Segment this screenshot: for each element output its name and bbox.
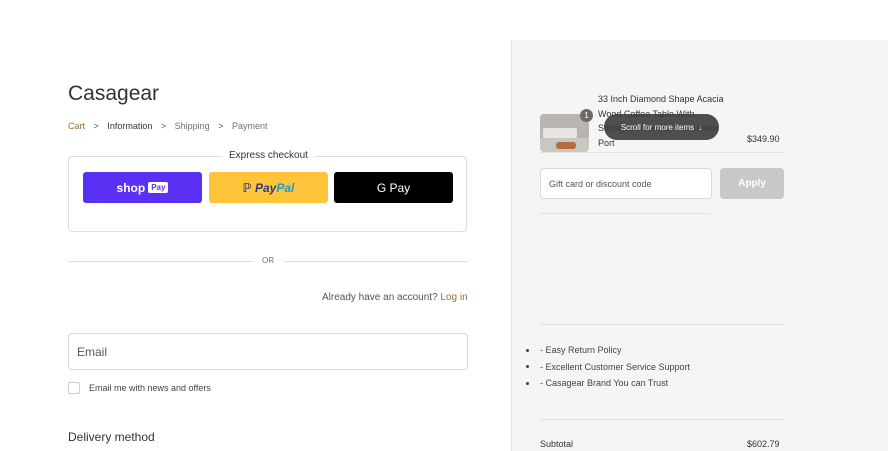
paypal-logo-pal: Pal (276, 180, 295, 195)
benefits-list: - Easy Return Policy - Excellent Custome… (526, 342, 690, 392)
scroll-hint-label: Scroll for more items (620, 122, 695, 132)
divider-left (68, 261, 254, 262)
paypal-logo-pay: Pay (254, 180, 277, 195)
divider-right (284, 261, 468, 262)
list-item: - Casagear Brand You can Trust (526, 375, 690, 392)
shop-pay-button[interactable]: shop Pay (83, 172, 202, 203)
chevron-right-icon: > (93, 121, 99, 131)
subtotal-label: Subtotal (540, 439, 574, 449)
bullet-icon (526, 348, 529, 352)
shop-pay-logo: shop (116, 180, 146, 195)
list-item: - Excellent Customer Service Support (526, 359, 690, 376)
paypal-logo-icon: ℙ (242, 180, 255, 195)
login-link[interactable]: Log in (440, 292, 467, 303)
scroll-for-more-button[interactable]: Scroll for more items ↓ (604, 114, 719, 140)
quantity-badge: 1 (580, 109, 593, 122)
arrow-down-icon: ↓ (698, 122, 703, 132)
breadcrumb-payment: Payment (231, 121, 268, 131)
discount-divider (540, 213, 710, 214)
google-pay-button[interactable]: G Pay (334, 172, 453, 203)
product-price: $349.90 (747, 134, 780, 144)
or-divider-text: OR (262, 256, 274, 265)
breadcrumb-information: Information (107, 121, 153, 131)
chevron-right-icon: > (160, 121, 167, 131)
breadcrumb-shipping: Shipping (174, 121, 210, 131)
google-g-icon: G (376, 180, 387, 195)
breadcrumb-cart-link[interactable]: Cart (68, 121, 85, 131)
chevron-right-icon: > (218, 121, 224, 131)
benefit-text: - Easy Return Policy (540, 345, 622, 356)
shop-pay-pill: Pay (148, 182, 169, 193)
benefit-text: - Excellent Customer Service Support (540, 361, 691, 372)
newsletter-checkbox-label[interactable]: Email me with news and offers (89, 383, 211, 393)
product-divider (540, 152, 784, 153)
newsletter-checkbox[interactable] (68, 382, 80, 394)
bullet-icon (526, 365, 529, 369)
apply-discount-button[interactable]: Apply (720, 168, 784, 199)
bullet-icon (526, 381, 529, 385)
store-logo-text[interactable]: Casagear (68, 82, 159, 106)
google-pay-label: Pay (389, 180, 411, 195)
account-login-prompt: Already have an account? Log in (322, 292, 468, 303)
summary-divider (540, 324, 784, 325)
subtotal-divider (540, 419, 784, 420)
discount-code-input[interactable] (540, 168, 712, 199)
paypal-button[interactable]: ℙ Pay Pal (209, 172, 328, 203)
account-prompt-text: Already have an account? (322, 292, 438, 303)
email-field[interactable] (68, 333, 468, 370)
breadcrumb: Cart > Information > Shipping > Payment (68, 121, 268, 131)
delivery-method-heading: Delivery method (68, 430, 155, 444)
list-item: - Easy Return Policy (526, 342, 690, 359)
benefit-text: - Casagear Brand You can Trust (540, 378, 669, 389)
subtotal-value: $602.79 (747, 439, 780, 449)
express-checkout-title: Express checkout (222, 150, 315, 161)
